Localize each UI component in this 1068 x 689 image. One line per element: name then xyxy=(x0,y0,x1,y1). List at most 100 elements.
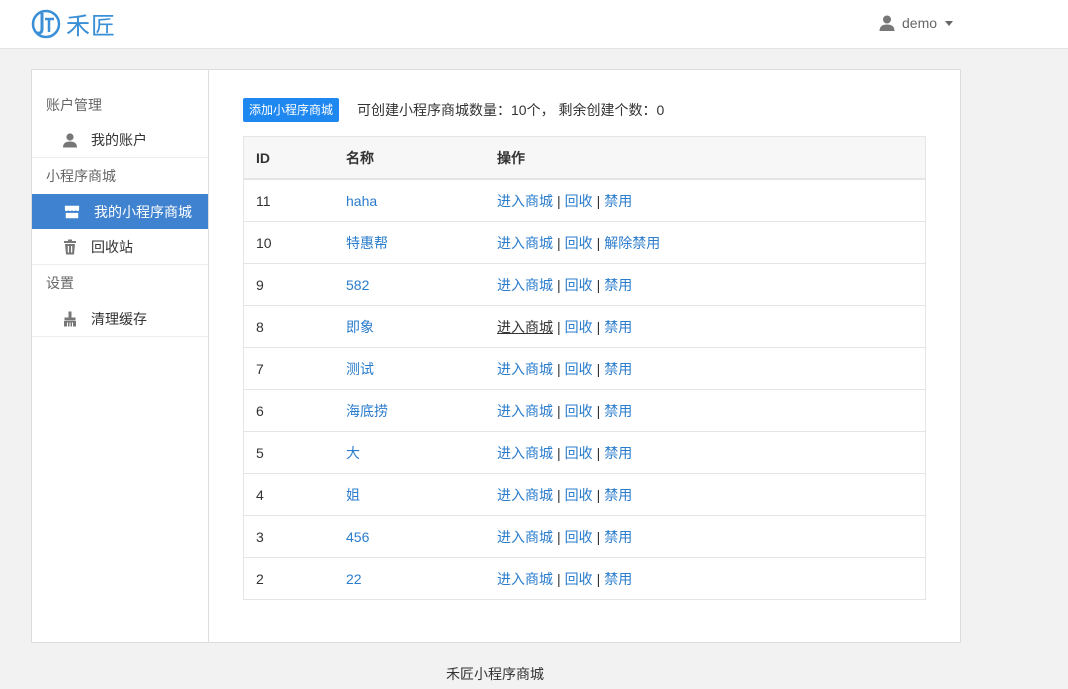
cell-name: 特惠帮 xyxy=(346,221,497,264)
cell-id: 11 xyxy=(243,179,346,222)
mall-name-link[interactable]: 即象 xyxy=(346,319,374,335)
action-separator: | xyxy=(596,360,601,377)
enter-mall-link[interactable]: 进入商城 xyxy=(497,361,553,377)
sidebar-item-label: 我的小程序商城 xyxy=(94,203,192,220)
action-separator: | xyxy=(596,570,601,587)
cell-name: 海底捞 xyxy=(346,389,497,432)
cell-actions: 进入商城 | 回收 | 禁用 xyxy=(497,431,926,474)
cell-name: 姐 xyxy=(346,473,497,516)
action-separator: | xyxy=(596,192,601,209)
sidebar-item-label: 回收站 xyxy=(91,238,133,255)
sidebar-item-label: 清理缓存 xyxy=(91,310,147,327)
recycle-link[interactable]: 回收 xyxy=(565,319,593,335)
mall-name-link[interactable]: 姐 xyxy=(346,487,360,503)
cell-actions: 进入商城 | 回收 | 禁用 xyxy=(497,179,926,222)
table-row: 2 22 进入商城 | 回收 | 禁用 xyxy=(243,557,926,600)
enter-mall-link[interactable]: 进入商城 xyxy=(497,277,553,293)
mall-name-link[interactable]: 22 xyxy=(346,571,362,587)
action-separator: | xyxy=(557,192,561,209)
cell-name: 22 xyxy=(346,557,497,600)
mall-name-link[interactable]: 大 xyxy=(346,445,360,461)
content-area: 添加小程序商城 可创建小程序商城数量：10个， 剩余创建个数：0 ID 名称 操… xyxy=(243,70,960,642)
action-separator: | xyxy=(596,486,601,503)
cell-id: 7 xyxy=(243,347,346,390)
sidebar-item-my-mall[interactable]: 我的小程序商城 xyxy=(32,194,208,229)
disable-link[interactable]: 禁用 xyxy=(604,319,632,335)
recycle-link[interactable]: 回收 xyxy=(565,571,593,587)
disable-link[interactable]: 禁用 xyxy=(604,529,632,545)
recycle-link[interactable]: 回收 xyxy=(565,445,593,461)
mall-name-link[interactable]: 海底捞 xyxy=(346,403,388,419)
disable-link[interactable]: 禁用 xyxy=(604,403,632,419)
cell-actions: 进入商城 | 回收 | 禁用 xyxy=(497,515,926,558)
mall-name-link[interactable]: haha xyxy=(346,193,377,209)
nav-group-account: 账户管理 我的账户 xyxy=(32,70,208,158)
action-separator: | xyxy=(596,444,601,461)
add-mall-button[interactable]: 添加小程序商城 xyxy=(243,98,340,122)
cell-id: 8 xyxy=(243,305,346,348)
disable-link[interactable]: 禁用 xyxy=(604,193,632,209)
recycle-link[interactable]: 回收 xyxy=(565,193,593,209)
trash-icon xyxy=(62,239,78,255)
recycle-link[interactable]: 回收 xyxy=(565,277,593,293)
enter-mall-link[interactable]: 进入商城 xyxy=(497,193,553,209)
table-row: 7 测试 进入商城 | 回收 | 禁用 xyxy=(243,347,926,390)
disable-link[interactable]: 禁用 xyxy=(604,445,632,461)
action-separator: | xyxy=(596,276,601,293)
recycle-link[interactable]: 回收 xyxy=(565,529,593,545)
recycle-link[interactable]: 回收 xyxy=(565,403,593,419)
enter-mall-link[interactable]: 进入商城 xyxy=(497,487,553,503)
toolbar: 添加小程序商城 可创建小程序商城数量：10个， 剩余创建个数：0 xyxy=(243,98,664,122)
mall-name-link[interactable]: 456 xyxy=(346,529,369,545)
mall-name-link[interactable]: 测试 xyxy=(346,361,374,377)
disable-link[interactable]: 禁用 xyxy=(604,277,632,293)
enter-mall-link[interactable]: 进入商城 xyxy=(497,529,553,545)
recycle-link[interactable]: 回收 xyxy=(565,235,593,251)
sidebar-item-clear-cache[interactable]: 清理缓存 xyxy=(32,301,208,336)
sidebar-item-my-account[interactable]: 我的账户 xyxy=(32,122,208,157)
cell-id: 10 xyxy=(243,221,346,264)
enter-mall-link[interactable]: 进入商城 xyxy=(497,445,553,461)
recycle-link[interactable]: 回收 xyxy=(565,361,593,377)
mall-name-link[interactable]: 特惠帮 xyxy=(346,235,388,251)
cell-id: 4 xyxy=(243,473,346,516)
enter-mall-link[interactable]: 进入商城 xyxy=(497,319,553,335)
enter-mall-link[interactable]: 进入商城 xyxy=(497,403,553,419)
cell-actions: 进入商城 | 回收 | 禁用 xyxy=(497,389,926,432)
top-bar: 禾匠 demo xyxy=(0,0,1068,49)
action-separator: | xyxy=(557,234,561,251)
enter-mall-link[interactable]: 进入商城 xyxy=(497,571,553,587)
disable-link[interactable]: 禁用 xyxy=(604,571,632,587)
brush-icon xyxy=(62,311,78,327)
sidebar-item-recycle-bin[interactable]: 回收站 xyxy=(32,229,208,264)
action-separator: | xyxy=(557,276,561,293)
mall-table: ID 名称 操作 11 haha 进入商城 | 回收 | 禁用 10 特惠帮 进入商城 | 回收 | 解除… xyxy=(243,136,926,600)
action-separator: | xyxy=(596,528,601,545)
column-header-actions: 操作 xyxy=(497,136,926,180)
cell-id: 6 xyxy=(243,389,346,432)
cell-id: 2 xyxy=(243,557,346,600)
store-icon xyxy=(64,204,80,220)
disable-link[interactable]: 禁用 xyxy=(604,361,632,377)
footer: 禾匠小程序商城 xyxy=(446,666,544,682)
mall-name-link[interactable]: 582 xyxy=(346,277,369,293)
logo[interactable]: 禾匠 xyxy=(30,6,116,40)
table-header-row: ID 名称 操作 xyxy=(243,136,926,180)
nav-group-mall: 小程序商城 我的小程序商城 回收站 xyxy=(32,158,208,265)
user-menu[interactable]: demo xyxy=(878,12,954,34)
cell-name: 即象 xyxy=(346,305,497,348)
action-separator: | xyxy=(557,444,561,461)
action-separator: | xyxy=(557,528,561,545)
enter-mall-link[interactable]: 进入商城 xyxy=(497,235,553,251)
cell-name: 测试 xyxy=(346,347,497,390)
action-separator: | xyxy=(596,234,601,251)
action-separator: | xyxy=(557,318,561,335)
table-row: 10 特惠帮 进入商城 | 回收 | 解除禁用 xyxy=(243,221,926,264)
action-separator: | xyxy=(596,402,601,419)
table-body: 11 haha 进入商城 | 回收 | 禁用 10 特惠帮 进入商城 | 回收 | 解除禁用 9 582 进入商… xyxy=(243,179,926,600)
disable-link[interactable]: 禁用 xyxy=(604,487,632,503)
table-row: 11 haha 进入商城 | 回收 | 禁用 xyxy=(243,179,926,222)
recycle-link[interactable]: 回收 xyxy=(565,487,593,503)
cell-actions: 进入商城 | 回收 | 解除禁用 xyxy=(497,221,926,264)
disable-link[interactable]: 解除禁用 xyxy=(604,235,660,251)
